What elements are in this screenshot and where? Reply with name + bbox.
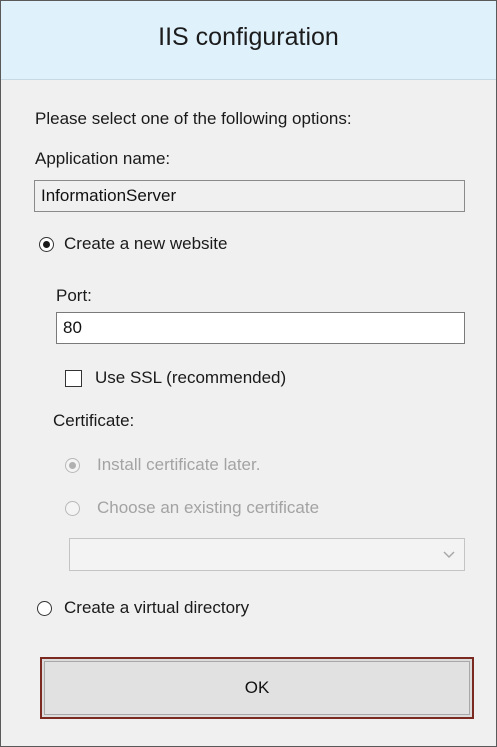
- application-name-label: Application name:: [35, 149, 171, 168]
- use-ssl-checkbox[interactable]: Use SSL (recommended): [65, 367, 335, 391]
- ok-button-label: OK: [244, 678, 270, 697]
- iis-configuration-dialog: IIS configuration Please select one of t…: [0, 0, 497, 747]
- radio-selected-icon: [39, 237, 54, 252]
- checkbox-unchecked-icon: [65, 370, 82, 387]
- radio-unselected-disabled-icon: [65, 501, 80, 516]
- radio-unselected-icon: [37, 601, 52, 616]
- use-ssl-label: Use SSL (recommended): [95, 368, 287, 387]
- application-name-field: InformationServer: [34, 180, 465, 212]
- title-bar: IIS configuration: [1, 1, 496, 80]
- certificate-label: Certificate:: [53, 411, 135, 430]
- radio-choose-existing-certificate[interactable]: Choose an existing certificate: [65, 497, 385, 521]
- radio-install-certificate-later[interactable]: Install certificate later.: [65, 454, 335, 478]
- create-new-website-label: Create a new website: [64, 234, 228, 253]
- chevron-down-icon: [443, 551, 455, 559]
- port-label: Port:: [56, 286, 92, 305]
- ok-button[interactable]: OK: [40, 657, 474, 719]
- dialog-title: IIS configuration: [158, 23, 339, 51]
- install-certificate-later-label: Install certificate later.: [97, 455, 261, 474]
- radio-create-virtual-directory[interactable]: Create a virtual directory: [37, 597, 337, 621]
- create-virtual-directory-label: Create a virtual directory: [64, 598, 250, 617]
- radio-create-new-website[interactable]: Create a new website: [39, 233, 299, 257]
- choose-existing-certificate-label: Choose an existing certificate: [97, 498, 320, 517]
- radio-selected-disabled-icon: [65, 458, 80, 473]
- instruction-text: Please select one of the following optio…: [35, 109, 352, 128]
- port-input[interactable]: 80: [56, 312, 465, 344]
- certificate-dropdown[interactable]: [69, 538, 465, 571]
